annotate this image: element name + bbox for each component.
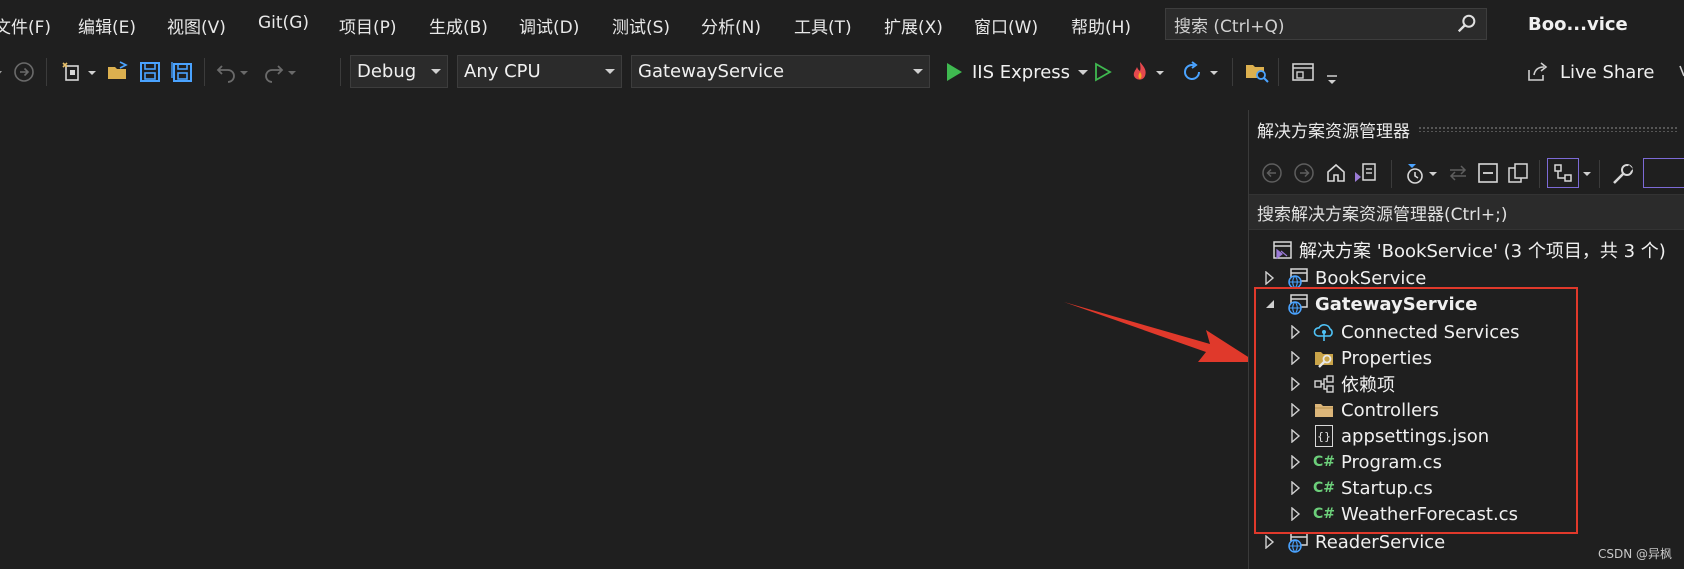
- preview-selected-items-button[interactable]: [1547, 158, 1579, 188]
- tree-item-label: ReaderService: [1315, 531, 1446, 553]
- solution-label: 解决方案 'BookService' (3 个项目，共 3 个): [1299, 241, 1666, 262]
- chevron-down-icon: [1078, 69, 1089, 75]
- toolbar-separator: [340, 58, 341, 86]
- preview-dropdown-icon[interactable]: [1583, 164, 1593, 184]
- menu-view[interactable]: 视图(V): [167, 13, 226, 38]
- start-without-debugging-icon[interactable]: [1092, 60, 1114, 84]
- pending-changes-filter-icon[interactable]: [1403, 162, 1427, 186]
- home-icon[interactable]: [1325, 162, 1347, 184]
- menu-extensions[interactable]: 扩展(X): [884, 13, 943, 38]
- solution-explorer-title-bar[interactable]: 解决方案资源管理器: [1249, 110, 1684, 148]
- toolbar-separator: [1599, 160, 1600, 188]
- tree-item-solution[interactable]: 解决方案 'BookService' (3 个项目，共 3 个): [1271, 236, 1666, 264]
- customize-toolbar-icon[interactable]: [1326, 68, 1338, 92]
- menu-help[interactable]: 帮助(H): [1071, 13, 1131, 38]
- new-project-dropdown-icon[interactable]: [88, 60, 98, 84]
- global-search-box[interactable]: 搜索 (Ctrl+Q): [1165, 8, 1487, 40]
- menu-git[interactable]: Git(G): [258, 13, 309, 33]
- menu-file[interactable]: 文件(F): [0, 13, 51, 38]
- expand-arrow-icon[interactable]: [1263, 535, 1277, 549]
- platform-select[interactable]: Any CPU: [457, 55, 622, 88]
- toolbar-separator: [204, 58, 205, 86]
- menu-tools[interactable]: 工具(T): [794, 13, 852, 38]
- main-toolbar: Debug Any CPU GatewayService IIS Express: [0, 48, 1684, 96]
- tree-item-label: BookService: [1315, 267, 1427, 289]
- solution-explorer-title: 解决方案资源管理器: [1257, 121, 1410, 142]
- solution-explorer-toolbar: [1249, 150, 1684, 194]
- chevron-down-icon: [605, 69, 615, 74]
- live-share-label: Live Share: [1560, 61, 1655, 83]
- save-all-icon[interactable]: [170, 60, 194, 84]
- redo-dropdown-icon[interactable]: [288, 60, 298, 84]
- startup-project-select[interactable]: GatewayService: [631, 55, 930, 88]
- refresh-icon[interactable]: [1180, 60, 1204, 84]
- configuration-select[interactable]: Debug: [350, 55, 448, 88]
- web-project-icon: [1288, 268, 1308, 289]
- open-file-icon[interactable]: [106, 60, 130, 84]
- collapse-all-icon[interactable]: [1477, 162, 1499, 184]
- ide-window: 文件(F) 编辑(E) 视图(V) Git(G) 项目(P) 生成(B) 调试(…: [0, 0, 1684, 569]
- start-debugging-button[interactable]: IIS Express: [944, 60, 1089, 84]
- chevron-down-icon: [913, 69, 923, 74]
- dropdown-arrow-icon[interactable]: [0, 60, 6, 84]
- menu-bar: 文件(F) 编辑(E) 视图(V) Git(G) 项目(P) 生成(B) 调试(…: [0, 0, 1684, 48]
- hot-reload-icon[interactable]: [1128, 60, 1152, 84]
- search-icon: [1457, 14, 1476, 33]
- menu-debug[interactable]: 调试(D): [519, 13, 579, 38]
- sync-with-document-icon[interactable]: [1447, 162, 1469, 184]
- toolbar-separator: [46, 58, 47, 86]
- undo-dropdown-icon[interactable]: [240, 60, 250, 84]
- browse-folder-icon[interactable]: [1244, 60, 1270, 84]
- menu-window[interactable]: 窗口(W): [974, 13, 1038, 38]
- configuration-value: Debug: [357, 61, 417, 82]
- web-project-icon: [1288, 532, 1308, 553]
- properties-wrench-icon[interactable]: [1611, 162, 1635, 186]
- filter-dropdown-icon[interactable]: [1429, 164, 1439, 184]
- new-project-icon[interactable]: [60, 60, 86, 84]
- toolbar-separator: [1278, 58, 1279, 86]
- play-icon: [947, 63, 962, 81]
- chevron-down-icon: [431, 69, 441, 74]
- solution-explorer-search[interactable]: 搜索解决方案资源管理器(Ctrl+;): [1249, 194, 1684, 230]
- back-icon[interactable]: [1261, 162, 1283, 184]
- show-all-files-icon[interactable]: [1507, 162, 1529, 184]
- window-title: Boo...vice: [1528, 14, 1628, 35]
- global-search-placeholder: 搜索 (Ctrl+Q): [1174, 16, 1285, 37]
- save-icon[interactable]: [138, 60, 162, 84]
- share-icon: [1528, 62, 1548, 81]
- hot-reload-dropdown-icon[interactable]: [1156, 60, 1166, 84]
- solution-icon: [1273, 241, 1292, 260]
- toolbar-separator: [1539, 160, 1540, 188]
- hierarchy-icon: [1554, 164, 1572, 182]
- menu-build[interactable]: 生成(B): [429, 13, 488, 38]
- navigate-forward-icon[interactable]: [12, 60, 36, 84]
- annotation-arrow-icon: [1064, 302, 1256, 362]
- live-share-button[interactable]: Live Share: [1526, 60, 1654, 84]
- menu-test[interactable]: 测试(S): [612, 13, 670, 38]
- startup-project-value: GatewayService: [638, 61, 785, 82]
- watermark: CSDN @异枫: [1598, 547, 1673, 561]
- run-target-label: IIS Express: [972, 61, 1071, 83]
- expand-arrow-icon[interactable]: [1263, 271, 1277, 285]
- application-window-icon[interactable]: [1290, 60, 1316, 84]
- platform-value: Any CPU: [464, 61, 541, 82]
- redo-icon[interactable]: [262, 60, 286, 84]
- toolbar-separator: [1391, 160, 1392, 188]
- menu-analyze[interactable]: 分析(N): [701, 13, 761, 38]
- active-tool-button[interactable]: [1643, 158, 1684, 188]
- menu-edit[interactable]: 编辑(E): [78, 13, 136, 38]
- refresh-dropdown-icon[interactable]: [1210, 60, 1220, 84]
- undo-icon[interactable]: [214, 60, 238, 84]
- switch-views-icon[interactable]: [1353, 160, 1379, 186]
- drag-handle[interactable]: [1418, 126, 1677, 132]
- toolbar-separator: [1232, 58, 1233, 86]
- user-account-icon[interactable]: [1674, 60, 1684, 84]
- annotation-highlight-box: [1254, 287, 1578, 534]
- menu-project[interactable]: 项目(P): [339, 13, 397, 38]
- solution-search-placeholder: 搜索解决方案资源管理器(Ctrl+;): [1257, 204, 1508, 225]
- forward-icon[interactable]: [1293, 162, 1315, 184]
